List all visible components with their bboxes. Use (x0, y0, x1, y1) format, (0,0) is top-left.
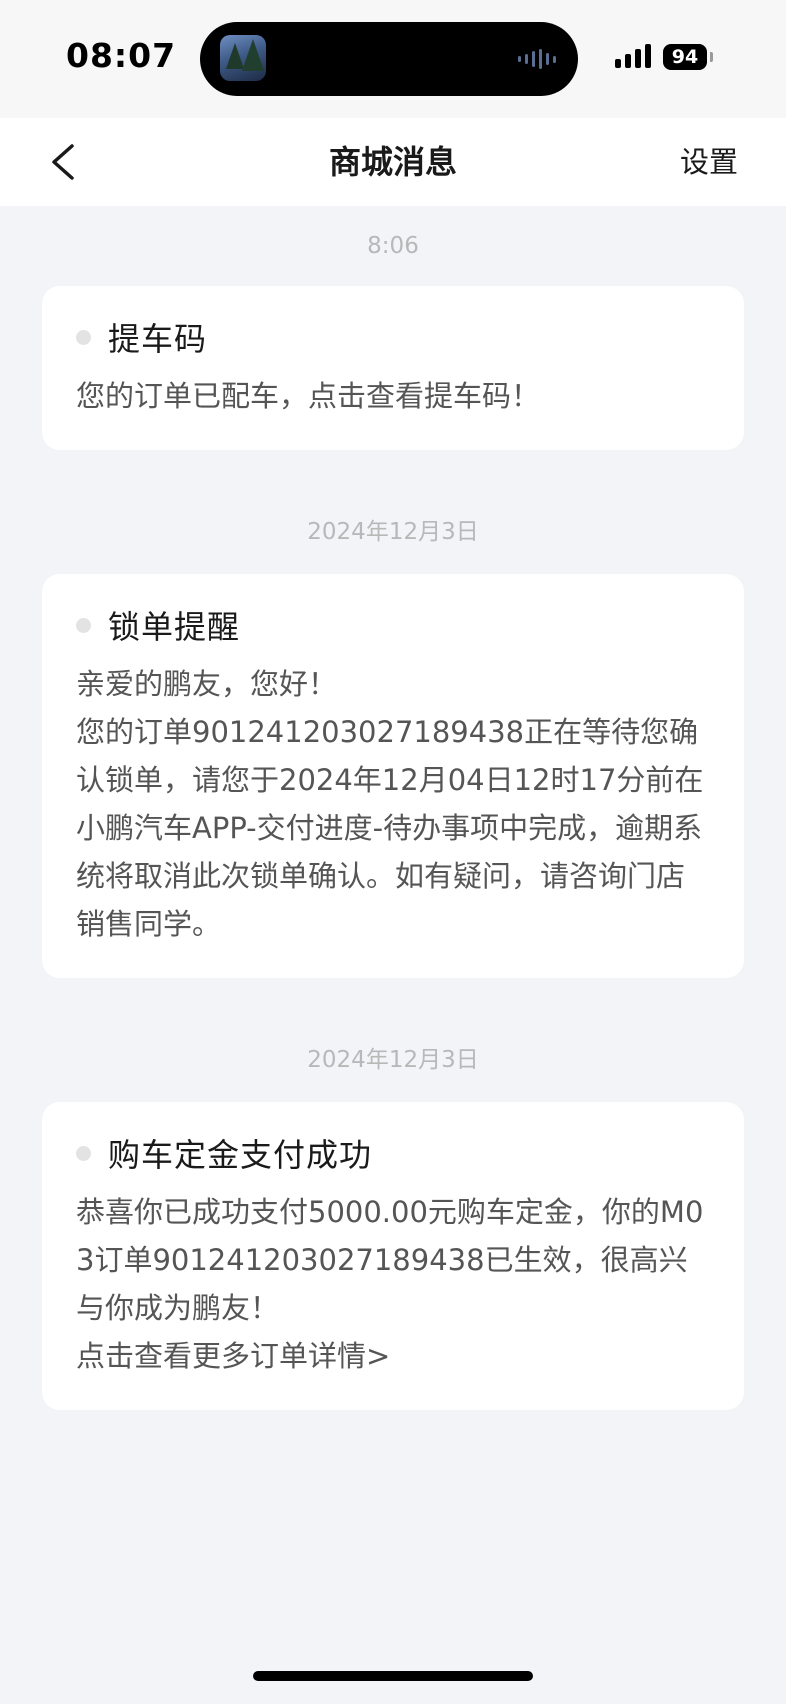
card-body: 恭喜你已成功支付5000.00元购车定金，你的M03订单901241203027… (76, 1195, 704, 1373)
nav-bar: 商城消息 设置 (0, 118, 786, 206)
unread-dot-icon (76, 617, 91, 633)
card-title: 锁单提醒 (108, 608, 241, 646)
battery-icon: 94 (663, 44, 713, 70)
message-timestamp: 2024年12月3日 (307, 1047, 479, 1073)
card-title: 提车码 (108, 320, 208, 358)
game-app-thumbnail-icon (220, 35, 266, 81)
dynamic-island[interactable] (200, 22, 578, 96)
status-bar: 08:07 94 (0, 0, 786, 118)
cellular-signal-icon (615, 44, 651, 68)
card-title-row: 购车定金支付成功 (76, 1132, 710, 1174)
message-card-lock-order-reminder[interactable]: 锁单提醒 亲爱的鹏友，您好！ 您的订单9012412030271894​38正在… (42, 574, 744, 978)
card-title: 购车定金支付成功 (108, 1136, 373, 1174)
card-title-row: 锁单提醒 (76, 604, 710, 646)
card-body: 您的订单已配车，点击查看提车码！ (76, 379, 541, 413)
unread-dot-icon (76, 329, 91, 345)
message-timestamp: 8:06 (367, 233, 419, 259)
message-card-pickup-code[interactable]: 提车码 您的订单已配车，点击查看提车码！ (42, 286, 744, 450)
status-time: 08:07 (66, 36, 177, 75)
settings-button[interactable]: 设置 (680, 118, 738, 206)
message-timestamp: 2024年12月3日 (307, 519, 479, 545)
unread-dot-icon (76, 1145, 91, 1161)
home-indicator[interactable] (253, 1671, 533, 1681)
message-card-deposit-paid[interactable]: 购车定金支付成功 恭喜你已成功支付5000.00元购车定金，你的M03订单901… (42, 1102, 744, 1410)
card-title-row: 提车码 (76, 316, 710, 358)
card-body: 亲爱的鹏友，您好！ 您的订单9012412030271894​38正在等待您确认… (76, 667, 704, 941)
message-feed[interactable]: 8:06 提车码 您的订单已配车，点击查看提车码！ 2024年12月3日 锁单提… (0, 206, 786, 1410)
page-title: 商城消息 (328, 143, 457, 181)
chevron-left-icon (52, 144, 74, 180)
back-button[interactable] (44, 140, 88, 184)
audio-waveform-icon (518, 49, 556, 69)
